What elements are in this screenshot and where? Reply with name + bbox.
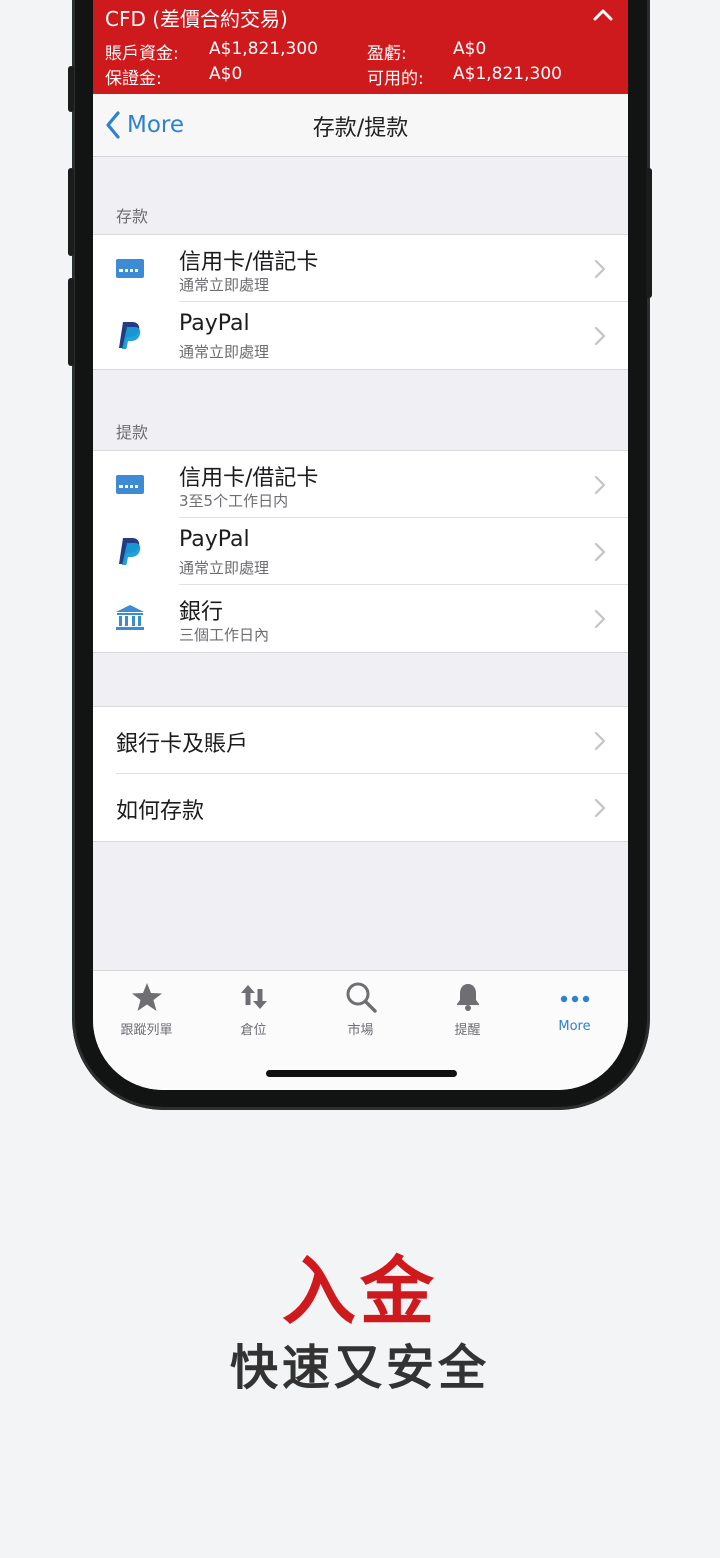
- tab-positions[interactable]: 倉位: [200, 981, 307, 1038]
- account-banner[interactable]: CFD (差價合約交易) 賬戶資金: A$1,821,300 盈虧: A$0 保…: [93, 0, 628, 94]
- chevron-right-icon: [594, 609, 606, 629]
- phone-side-button: [68, 66, 74, 112]
- tab-label: 市場: [347, 1023, 374, 1038]
- list-item-title: PayPal: [179, 527, 250, 552]
- home-indicator[interactable]: [266, 1070, 457, 1077]
- chevron-right-icon: [594, 475, 606, 495]
- banner-row-margin: 保證金: A$0 可用的: A$1,821,300: [105, 64, 562, 89]
- tab-markets[interactable]: 市場: [307, 981, 414, 1038]
- margin-value: A$0: [209, 64, 243, 84]
- list-item-subtitle: 通常立即處理: [179, 276, 270, 294]
- tab-bar: 跟蹤列單 倉位 市場 提醒 More: [93, 970, 628, 1090]
- list-item-title: 銀行: [179, 600, 224, 625]
- page-title: 存款/提款: [312, 116, 409, 141]
- paypal-icon: [119, 322, 141, 349]
- list-item-deposit-card[interactable]: 信用卡/借記卡 通常立即處理: [93, 235, 628, 302]
- navigation-bar: More 存款/提款: [93, 94, 628, 157]
- section-header-deposit: 存款: [116, 207, 149, 226]
- promo-headline: 入金: [282, 1249, 438, 1335]
- phone-side-button: [646, 168, 652, 298]
- list-item-how-to-deposit[interactable]: 如何存款: [93, 773, 628, 841]
- tab-alerts[interactable]: 提醒: [414, 981, 521, 1038]
- tab-watchlist[interactable]: 跟蹤列單: [93, 981, 200, 1038]
- list-item-title: 信用卡/借記卡: [179, 466, 319, 491]
- account-type-title: CFD (差價合約交易): [105, 7, 288, 31]
- star-icon: [131, 983, 162, 1011]
- chevron-right-icon: [594, 326, 606, 346]
- list-item-subtitle: 三個工作日內: [179, 626, 270, 644]
- tab-label: More: [558, 1019, 591, 1034]
- list-item-title: 如何存款: [116, 799, 205, 824]
- tab-label: 跟蹤列單: [120, 1023, 173, 1038]
- chevron-right-icon: [594, 731, 606, 751]
- margin-label: 保證金:: [105, 69, 162, 89]
- bell-icon: [456, 984, 479, 1011]
- list-item-title: 銀行卡及賬戶: [116, 732, 249, 757]
- phone-side-button: [68, 168, 74, 256]
- list-item-title: 信用卡/借記卡: [179, 250, 319, 275]
- withdraw-list: 信用卡/借記卡 3至5个工作日内 PayPal 通常立即處理 銀行 三個工作日內: [93, 450, 628, 653]
- pnl-value: A$0: [453, 39, 487, 59]
- list-item-withdraw-bank[interactable]: 銀行 三個工作日內: [93, 584, 628, 652]
- balance-value: A$1,821,300: [209, 39, 318, 59]
- list-item-subtitle: 通常立即處理: [179, 343, 270, 361]
- chevron-right-icon: [594, 542, 606, 562]
- bank-icon: [116, 605, 144, 630]
- list-item-title: PayPal: [179, 311, 250, 336]
- app-screen: CFD (差價合約交易) 賬戶資金: A$1,821,300 盈虧: A$0 保…: [93, 0, 628, 1090]
- chevron-right-icon: [594, 798, 606, 818]
- tab-label: 倉位: [240, 1023, 267, 1038]
- section-header-withdraw: 提款: [116, 423, 149, 442]
- search-icon: [346, 982, 377, 1013]
- list-item-deposit-paypal[interactable]: PayPal 通常立即處理: [93, 301, 628, 369]
- available-value: A$1,821,300: [453, 64, 562, 84]
- balance-label: 賬戶資金:: [105, 44, 179, 64]
- tab-more[interactable]: More: [521, 981, 628, 1034]
- account-links-list: 銀行卡及賬戶 如何存款: [93, 706, 628, 842]
- chevron-right-icon: [594, 259, 606, 279]
- credit-card-icon: [116, 475, 144, 494]
- list-item-subtitle: 通常立即處理: [179, 559, 270, 577]
- promo-subline: 快速又安全: [229, 1340, 490, 1396]
- arrows-up-down-icon: [240, 985, 267, 1009]
- chevron-up-icon[interactable]: [592, 4, 614, 26]
- more-dots-icon: [560, 995, 589, 1003]
- credit-card-icon: [116, 259, 144, 278]
- list-item-withdraw-paypal[interactable]: PayPal 通常立即處理: [93, 517, 628, 585]
- tab-label: 提醒: [454, 1023, 481, 1038]
- deposit-list: 信用卡/借記卡 通常立即處理 PayPal 通常立即處理: [93, 234, 628, 370]
- list-item-subtitle: 3至5个工作日内: [179, 492, 289, 510]
- paypal-icon: [119, 538, 141, 565]
- list-item-bank-cards-accounts[interactable]: 銀行卡及賬戶: [93, 707, 628, 774]
- list-item-withdraw-card[interactable]: 信用卡/借記卡 3至5个工作日内: [93, 451, 628, 518]
- banner-row-balance: 賬戶資金: A$1,821,300 盈虧: A$0: [105, 39, 486, 64]
- phone-side-button: [68, 278, 74, 366]
- available-label: 可用的:: [367, 69, 424, 89]
- pnl-label: 盈虧:: [367, 44, 407, 64]
